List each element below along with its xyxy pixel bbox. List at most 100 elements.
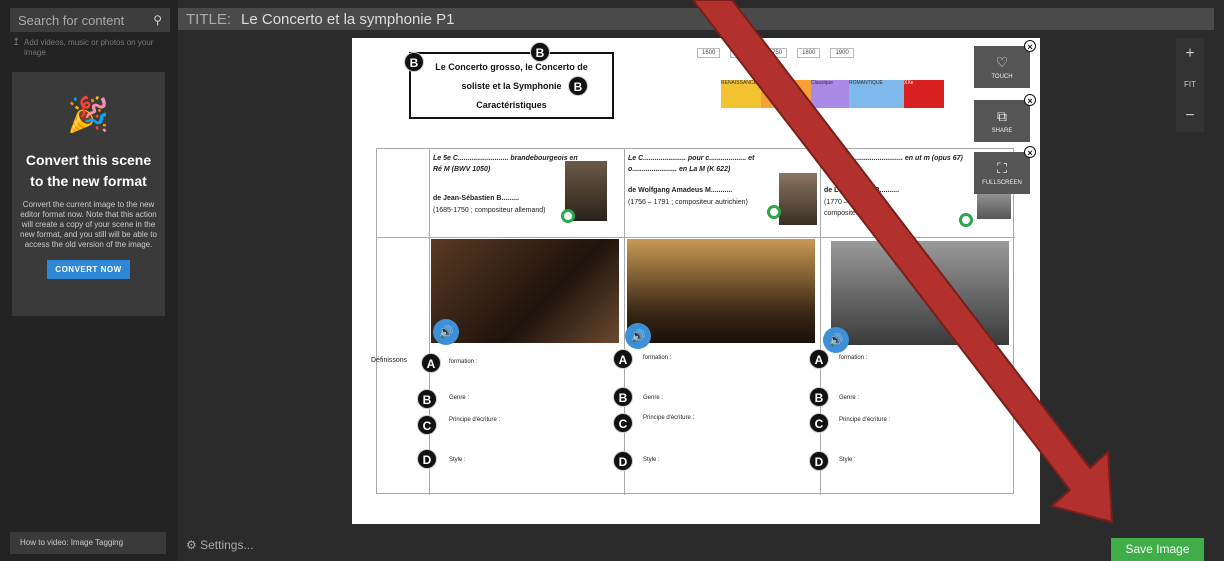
- col1-dates: (1685-1750 ; compositeur allemand): [433, 207, 546, 214]
- col1-author: de Jean-Sébastien B.........: [433, 195, 519, 202]
- close-icon[interactable]: ×: [1024, 146, 1036, 158]
- tag-badge-b[interactable]: B: [530, 42, 550, 62]
- field-genre: Genre :: [643, 395, 664, 401]
- baroque-ensemble-photo: [431, 239, 619, 343]
- field-style: Style :: [449, 457, 466, 463]
- field-genre: Genre :: [449, 395, 470, 401]
- worksheet-table: Le 5e C.......................... brande…: [371, 148, 1015, 495]
- close-icon[interactable]: ×: [1024, 40, 1036, 52]
- promo-body: Convert the current image to the new edi…: [20, 200, 157, 249]
- convert-now-button[interactable]: CONVERT NOW: [47, 260, 130, 279]
- timeline-year: 1600: [730, 48, 754, 58]
- gear-icon: ⚙: [186, 538, 197, 552]
- tag-marker-icon[interactable]: [767, 205, 781, 219]
- row-label-definissons: Définissons: [371, 357, 408, 364]
- field-style: Style :: [643, 457, 660, 463]
- audio-speaker-icon[interactable]: 🔊: [625, 323, 651, 349]
- title-label: TITLE:: [186, 10, 232, 28]
- field-style: Style :: [839, 457, 856, 463]
- field-formation: formation :: [449, 359, 478, 365]
- fullscreen-icon: ⛶: [997, 160, 1007, 176]
- fullscreen-label: FULLSCREEN: [982, 180, 1022, 186]
- tag-badge-c[interactable]: C: [809, 413, 829, 433]
- timeline-period: ROMANTIQUE: [849, 80, 904, 108]
- audio-speaker-icon[interactable]: 🔊: [823, 327, 849, 353]
- tag-badge-a[interactable]: A: [613, 349, 633, 369]
- timeline-years: 1600 1600 1750 1800 1900: [697, 48, 965, 58]
- image-tagging-editor: Search for content ⚲ ↥ Add videos, music…: [0, 0, 1224, 561]
- tag-badge-c[interactable]: C: [613, 413, 633, 433]
- title-bar: TITLE: Le Concerto et la symphonie P1: [178, 8, 1214, 30]
- search-icon[interactable]: ⚲: [153, 13, 162, 27]
- col2-title: Le C...................... pour c.......…: [628, 155, 755, 173]
- fullscreen-button[interactable]: ⛶ FULLSCREEN ×: [974, 146, 1036, 194]
- zoom-out-button[interactable]: −: [1176, 100, 1204, 131]
- party-popper-icon: 🎉: [67, 96, 110, 134]
- tag-marker-icon[interactable]: [959, 213, 973, 227]
- tag-badge-d[interactable]: D: [417, 449, 437, 469]
- add-media-hint-text: Add videos, music or photos on your imag…: [24, 38, 154, 57]
- col3-dates: (1770 – 1827 ; compositeur allemand): [824, 199, 895, 217]
- touch-button[interactable]: ♡ TOUCH ×: [974, 40, 1036, 88]
- timeline-period: Classique: [811, 80, 849, 108]
- field-genre: Genre :: [839, 395, 860, 401]
- timeline-period: RENAISSANCE: [721, 80, 761, 108]
- mozart-portrait: [779, 173, 817, 225]
- search-input[interactable]: Search for content ⚲: [10, 8, 170, 32]
- field-principe: Principe d'écriture :: [839, 417, 891, 423]
- classical-orchestra-photo: [627, 239, 815, 343]
- field-formation: formation :: [839, 355, 868, 361]
- col3-author: de Ludwig van B..........: [824, 187, 900, 194]
- convert-promo-card: 🎉 Convert this scene to the new format C…: [12, 72, 165, 316]
- table-divider: [429, 149, 430, 495]
- heart-icon: ♡: [995, 54, 1009, 70]
- music-history-timeline: 1600 1600 1750 1800 1900 RENAISSANCE BAR…: [697, 48, 965, 138]
- save-image-button[interactable]: Save Image: [1111, 538, 1204, 561]
- tag-badge-a[interactable]: A: [809, 349, 829, 369]
- doc-title-line3: Caractéristiques: [476, 100, 547, 110]
- zoom-fit-button[interactable]: FIT: [1176, 69, 1204, 100]
- table-divider: [377, 237, 1015, 238]
- timeline-year: 1750: [763, 48, 788, 58]
- share-label: SHARE: [991, 128, 1013, 134]
- close-icon[interactable]: ×: [1024, 94, 1036, 106]
- field-formation: formation :: [643, 355, 672, 361]
- settings-label: Settings...: [200, 538, 254, 552]
- tag-badge-b[interactable]: B: [404, 52, 424, 72]
- audio-speaker-icon[interactable]: 🔊: [433, 319, 459, 345]
- touch-label: TOUCH: [991, 74, 1013, 80]
- promo-title: Convert this scene to the new format: [25, 152, 152, 189]
- zoom-in-button[interactable]: +: [1176, 38, 1204, 69]
- doc-title-line1: Le Concerto grosso, le Concerto de: [435, 62, 588, 72]
- left-sidebar: Search for content ⚲ ↥ Add videos, music…: [0, 0, 178, 561]
- tag-badge-b[interactable]: B: [417, 389, 437, 409]
- tag-badge-d[interactable]: D: [613, 451, 633, 471]
- timeline-year: 1600: [697, 48, 721, 58]
- add-media-hint: ↥ Add videos, music or photos on your im…: [10, 38, 170, 58]
- search-placeholder: Search for content: [18, 12, 125, 28]
- table-divider: [820, 149, 821, 495]
- tag-badge-c[interactable]: C: [417, 415, 437, 435]
- col2-author: de Wolfgang Amadeus M...........: [628, 187, 733, 194]
- share-button[interactable]: ⧉ SHARE ×: [974, 94, 1036, 142]
- tag-marker-icon[interactable]: [561, 209, 575, 223]
- tag-badge-d[interactable]: D: [809, 451, 829, 471]
- tag-badge-b[interactable]: B: [568, 76, 588, 96]
- settings-button[interactable]: ⚙ Settings...: [186, 538, 253, 552]
- scene-image[interactable]: Le Concerto grosso, le Concerto de solis…: [352, 38, 1040, 524]
- symphony-orchestra-photo: [831, 241, 1009, 345]
- timeline-year: 1800: [797, 48, 821, 58]
- col2-dates: (1756 – 1791 ; compositeur autrichien): [628, 199, 748, 206]
- table-divider: [624, 149, 625, 495]
- tag-badge-b[interactable]: B: [613, 387, 633, 407]
- timeline-period: XXe: [904, 80, 944, 108]
- timeline-period: BAROQUE: [761, 80, 811, 108]
- how-to-video-link[interactable]: How to video: Image Tagging: [10, 532, 166, 554]
- title-input[interactable]: Le Concerto et la symphonie P1: [241, 11, 454, 28]
- tag-badge-b[interactable]: B: [809, 387, 829, 407]
- zoom-controls: + FIT −: [1176, 38, 1204, 132]
- arrow-up-icon: ↥: [12, 37, 21, 48]
- timeline-year: 1900: [830, 48, 854, 58]
- field-principe: Principe d'écriture :: [449, 417, 501, 423]
- tag-badge-a[interactable]: A: [421, 353, 441, 373]
